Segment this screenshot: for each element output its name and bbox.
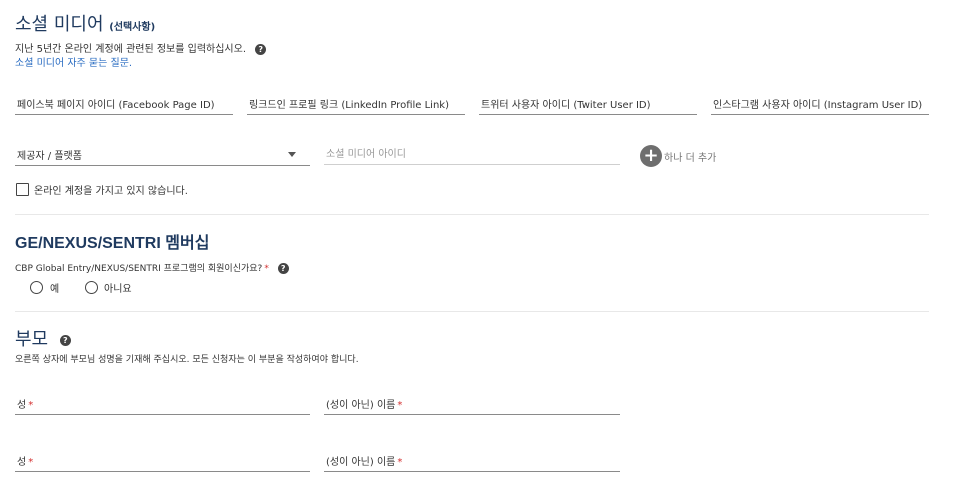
- section-divider: [15, 214, 929, 215]
- membership-question: CBP Global Entry/NEXUS/SENTRI 프로그램의 회원이신…: [15, 261, 289, 274]
- instagram-field-label: 인스타그램 사용자 아이디 (Instagram User ID): [713, 100, 923, 111]
- parent2-last-name-field[interactable]: 성 *: [15, 451, 310, 472]
- social-media-id-input[interactable]: 소셜 미디어 아이디: [324, 144, 620, 165]
- caret-down-icon: [288, 152, 296, 157]
- plus-circle-icon[interactable]: +: [640, 145, 662, 167]
- question-circle-icon[interactable]: ?: [255, 43, 267, 55]
- parents-description: 오른쪽 상자에 부모님 성명을 기재해 주십시오. 모든 신청자는 이 부분을 …: [15, 355, 359, 365]
- membership-no-label: 아니요: [104, 284, 132, 295]
- social-description: 지난 5년간 온라인 계정에 관련된 정보를 입력하십시오. ?: [15, 40, 267, 55]
- social-faq-link[interactable]: 소셜 미디어 자주 묻는 질문.: [15, 54, 132, 69]
- twitter-field-label: 트위터 사용자 아이디 (Twiter User ID): [481, 100, 651, 111]
- parent2-first-name-field[interactable]: (성이 아닌) 이름 *: [324, 451, 620, 472]
- membership-yes-label: 예: [50, 284, 60, 295]
- twitter-user-id-field[interactable]: 트위터 사용자 아이디 (Twiter User ID): [479, 94, 697, 115]
- last-name-label: 성 *: [17, 457, 34, 468]
- question-circle-icon[interactable]: ?: [277, 263, 289, 274]
- question-circle-icon[interactable]: ?: [59, 334, 71, 346]
- section-divider: [15, 311, 929, 312]
- first-name-label: (성이 아닌) 이름 *: [326, 400, 403, 411]
- membership-question-text: CBP Global Entry/NEXUS/SENTRI 프로그램의 회원이신…: [15, 264, 263, 274]
- linkedin-profile-link-field[interactable]: 링크드인 프로필 링크 (LinkedIn Profile Link): [247, 94, 465, 115]
- provider-select-label: 제공자 / 플랫폼: [17, 151, 82, 162]
- social-media-heading: 소셜 미디어 (선택사항): [15, 10, 155, 36]
- instagram-user-id-field[interactable]: 인스타그램 사용자 아이디 (Instagram User ID): [711, 94, 929, 115]
- parents-heading: 부모 ?: [15, 325, 71, 351]
- parent1-first-name-field[interactable]: (성이 아닌) 이름 *: [324, 394, 620, 415]
- linkedin-field-label: 링크드인 프로필 링크 (LinkedIn Profile Link): [249, 100, 449, 111]
- required-mark: *: [264, 264, 269, 274]
- membership-title: GE/NEXUS/SENTRI 멤버십: [15, 235, 210, 252]
- social-media-title: 소셜 미디어: [15, 14, 104, 35]
- add-more-button[interactable]: 하나 더 추가: [664, 149, 716, 164]
- no-account-label: 온라인 계정을 가지고 있지 않습니다.: [34, 186, 188, 197]
- first-name-label: (성이 아닌) 이름 *: [326, 457, 403, 468]
- parents-title: 부모: [15, 329, 49, 350]
- last-name-label: 성 *: [17, 400, 34, 411]
- provider-platform-select[interactable]: 제공자 / 플랫폼: [15, 145, 310, 166]
- optional-note: (선택사항): [109, 22, 156, 33]
- membership-no-radio[interactable]: [85, 281, 98, 294]
- no-online-account-checkbox[interactable]: [16, 183, 29, 196]
- facebook-page-id-field[interactable]: 페이스북 페이지 아이디 (Facebook Page ID): [15, 94, 233, 115]
- facebook-field-label: 페이스북 페이지 아이디 (Facebook Page ID): [17, 100, 215, 111]
- membership-yes-radio[interactable]: [30, 281, 43, 294]
- parent1-last-name-field[interactable]: 성 *: [15, 394, 310, 415]
- social-id-placeholder: 소셜 미디어 아이디: [326, 149, 406, 160]
